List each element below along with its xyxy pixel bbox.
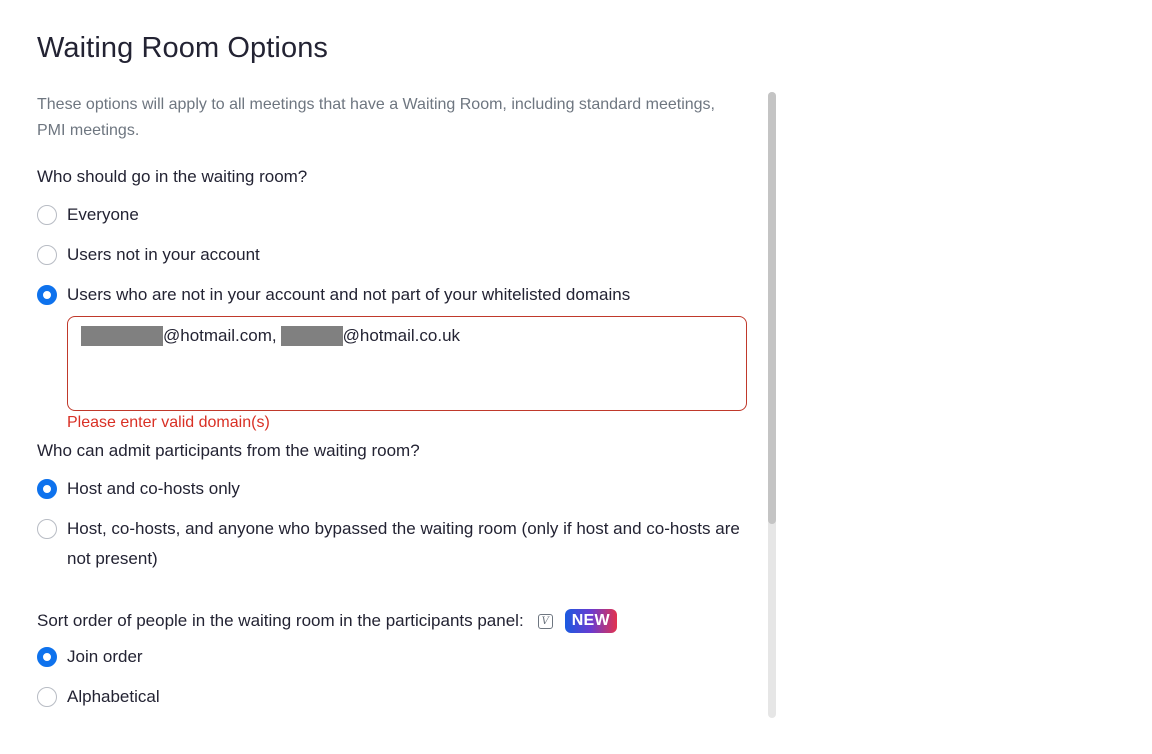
redacted-block bbox=[280, 326, 343, 346]
radio-users-not-in-account[interactable]: Users not in your account bbox=[37, 245, 260, 265]
radio-label: Users not in your account bbox=[67, 245, 260, 264]
radio-label: Users who are not in your account and no… bbox=[67, 285, 631, 304]
domain-value-2: @hotmail.co.uk bbox=[342, 326, 461, 345]
radio-join-order[interactable]: Join order bbox=[37, 647, 143, 667]
domain-value-1: @hotmail.com, bbox=[163, 326, 277, 345]
radio-button-checked-icon[interactable] bbox=[37, 647, 57, 667]
description-text: These options will apply to all meetings… bbox=[37, 96, 715, 139]
sort-order-label: Sort order of people in the waiting room… bbox=[37, 611, 524, 630]
radio-users-not-whitelisted[interactable]: Users who are not in your account and no… bbox=[37, 285, 630, 305]
radio-button-icon[interactable] bbox=[37, 205, 57, 225]
radio-button-icon[interactable] bbox=[37, 687, 57, 707]
radio-alphabetical[interactable]: Alphabetical bbox=[37, 687, 160, 707]
whitelisted-domains-textarea[interactable]: @hotmail.com, @hotmail.co.uk bbox=[67, 316, 747, 411]
scrollbar-thumb[interactable] bbox=[768, 92, 776, 524]
sort-order-header: Sort order of people in the waiting room… bbox=[37, 609, 617, 633]
radio-host-cohosts-bypassed[interactable]: Host, co-hosts, and anyone who bypassed … bbox=[37, 519, 747, 574]
scrollbar-track[interactable] bbox=[768, 92, 776, 718]
page-title: Waiting Room Options bbox=[37, 32, 329, 64]
radio-label: Everyone bbox=[67, 205, 139, 224]
radio-label: Host and co-hosts only bbox=[67, 479, 240, 498]
radio-label: Host, co-hosts, and anyone who bypassed … bbox=[67, 519, 740, 568]
who-waits-question: Who should go in the waiting room? bbox=[37, 167, 308, 186]
new-badge: NEW bbox=[564, 609, 617, 633]
radio-button-checked-icon[interactable] bbox=[37, 479, 57, 499]
v-info-icon[interactable]: V bbox=[537, 613, 553, 629]
redacted-block bbox=[81, 326, 163, 346]
radio-button-checked-icon[interactable] bbox=[37, 285, 57, 305]
radio-label: Join order bbox=[67, 647, 143, 666]
radio-label: Alphabetical bbox=[67, 687, 160, 706]
waiting-room-options-page: Waiting Room Options These options will … bbox=[0, 0, 1152, 754]
radio-everyone[interactable]: Everyone bbox=[37, 205, 139, 225]
radio-button-icon[interactable] bbox=[37, 519, 57, 539]
radio-host-cohosts-only[interactable]: Host and co-hosts only bbox=[37, 479, 240, 499]
who-admits-question: Who can admit participants from the wait… bbox=[37, 441, 420, 460]
domain-error-message: Please enter valid domain(s) bbox=[67, 414, 270, 431]
radio-button-icon[interactable] bbox=[37, 245, 57, 265]
